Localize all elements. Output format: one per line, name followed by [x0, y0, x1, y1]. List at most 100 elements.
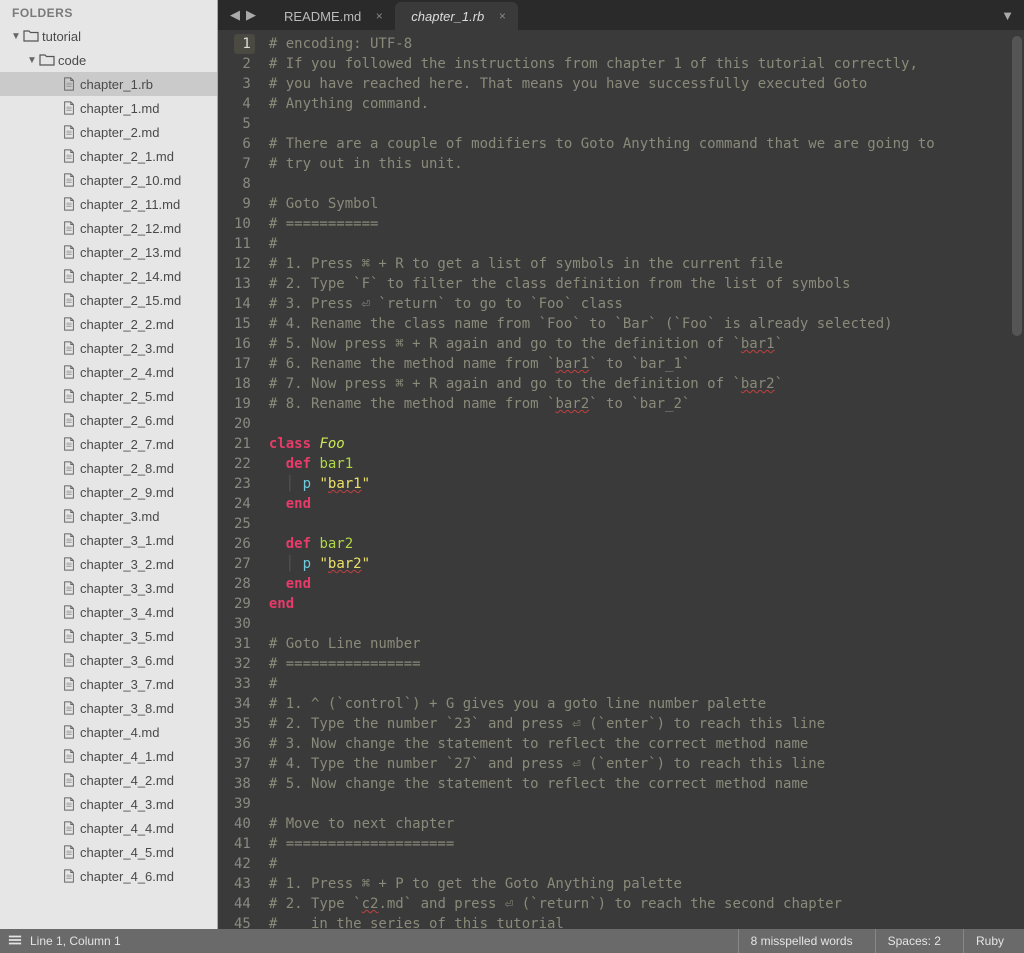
- code-line[interactable]: # in the series of this tutorial: [269, 914, 1010, 929]
- indentation-status[interactable]: Spaces: 2: [875, 929, 953, 953]
- line-number[interactable]: 39: [234, 794, 251, 814]
- nav-back-icon[interactable]: ◀: [230, 7, 240, 23]
- line-number[interactable]: 35: [234, 714, 251, 734]
- line-number[interactable]: 38: [234, 774, 251, 794]
- line-number[interactable]: 11: [234, 234, 251, 254]
- line-number[interactable]: 17: [234, 354, 251, 374]
- line-number[interactable]: 14: [234, 294, 251, 314]
- code-line[interactable]: # you have reached here. That means you …: [269, 74, 1010, 94]
- file-item[interactable]: chapter_4_5.md: [0, 840, 217, 864]
- line-number[interactable]: 19: [234, 394, 251, 414]
- code-line[interactable]: # Goto Symbol: [269, 194, 1010, 214]
- code-line[interactable]: end: [269, 574, 1010, 594]
- file-item[interactable]: chapter_1.rb: [0, 72, 217, 96]
- line-number[interactable]: 3: [234, 74, 251, 94]
- code-line[interactable]: #: [269, 854, 1010, 874]
- sidebar[interactable]: FOLDERS ▼tutorial▼codechapter_1.rbchapte…: [0, 0, 218, 929]
- tab[interactable]: README.md×: [268, 2, 395, 30]
- file-item[interactable]: chapter_3_5.md: [0, 624, 217, 648]
- file-item[interactable]: chapter_2_9.md: [0, 480, 217, 504]
- code-line[interactable]: # encoding: UTF-8: [269, 34, 1010, 54]
- file-item[interactable]: chapter_2_11.md: [0, 192, 217, 216]
- code-line[interactable]: # 2. Type `F` to filter the class defini…: [269, 274, 1010, 294]
- line-number[interactable]: 41: [234, 834, 251, 854]
- line-number[interactable]: 40: [234, 814, 251, 834]
- code-line[interactable]: # 5. Now press ⌘ + R again and go to the…: [269, 334, 1010, 354]
- file-item[interactable]: chapter_2_10.md: [0, 168, 217, 192]
- code-line[interactable]: [269, 414, 1010, 434]
- code-line[interactable]: class Foo: [269, 434, 1010, 454]
- line-number[interactable]: 5: [234, 114, 251, 134]
- line-number[interactable]: 13: [234, 274, 251, 294]
- line-number[interactable]: 18: [234, 374, 251, 394]
- file-item[interactable]: chapter_2_3.md: [0, 336, 217, 360]
- line-number[interactable]: 27: [234, 554, 251, 574]
- line-number[interactable]: 6: [234, 134, 251, 154]
- line-number[interactable]: 20: [234, 414, 251, 434]
- code-line[interactable]: [269, 114, 1010, 134]
- scrollbar-thumb[interactable]: [1012, 36, 1022, 336]
- close-icon[interactable]: ×: [373, 10, 385, 22]
- line-number[interactable]: 45: [234, 914, 251, 929]
- line-number[interactable]: 10: [234, 214, 251, 234]
- file-item[interactable]: chapter_4.md: [0, 720, 217, 744]
- line-number[interactable]: 23: [234, 474, 251, 494]
- line-number[interactable]: 32: [234, 654, 251, 674]
- line-number[interactable]: 30: [234, 614, 251, 634]
- code-line[interactable]: # 3. Press ⏎ `return` to go to `Foo` cla…: [269, 294, 1010, 314]
- code-line[interactable]: end: [269, 594, 1010, 614]
- tabs-menu-icon[interactable]: ▼: [1001, 8, 1014, 23]
- file-item[interactable]: chapter_2_8.md: [0, 456, 217, 480]
- code-line[interactable]: │ p "bar1": [269, 474, 1010, 494]
- line-number[interactable]: 16: [234, 334, 251, 354]
- file-item[interactable]: chapter_2_7.md: [0, 432, 217, 456]
- code-line[interactable]: # try out in this unit.: [269, 154, 1010, 174]
- code-line[interactable]: # 4. Rename the class name from `Foo` to…: [269, 314, 1010, 334]
- file-item[interactable]: chapter_3_6.md: [0, 648, 217, 672]
- file-item[interactable]: chapter_2_15.md: [0, 288, 217, 312]
- line-number[interactable]: 9: [234, 194, 251, 214]
- line-number[interactable]: 26: [234, 534, 251, 554]
- line-number[interactable]: 8: [234, 174, 251, 194]
- code-line[interactable]: # ====================: [269, 834, 1010, 854]
- disclosure-triangle-icon[interactable]: ▼: [26, 55, 38, 66]
- file-item[interactable]: chapter_2_2.md: [0, 312, 217, 336]
- line-number[interactable]: 28: [234, 574, 251, 594]
- code-line[interactable]: # 4. Type the number `27` and press ⏎ (`…: [269, 754, 1010, 774]
- code-line[interactable]: #: [269, 234, 1010, 254]
- file-item[interactable]: chapter_4_1.md: [0, 744, 217, 768]
- file-item[interactable]: chapter_1.md: [0, 96, 217, 120]
- code-line[interactable]: def bar2: [269, 534, 1010, 554]
- line-number[interactable]: 2: [234, 54, 251, 74]
- code-line[interactable]: # 8. Rename the method name from `bar2` …: [269, 394, 1010, 414]
- line-number[interactable]: 21: [234, 434, 251, 454]
- file-item[interactable]: chapter_2_5.md: [0, 384, 217, 408]
- file-item[interactable]: chapter_4_6.md: [0, 864, 217, 888]
- line-number[interactable]: 24: [234, 494, 251, 514]
- code-line[interactable]: # If you followed the instructions from …: [269, 54, 1010, 74]
- code-line[interactable]: [269, 614, 1010, 634]
- file-item[interactable]: chapter_2_1.md: [0, 144, 217, 168]
- close-icon[interactable]: ×: [496, 10, 508, 22]
- file-item[interactable]: chapter_3_2.md: [0, 552, 217, 576]
- code-line[interactable]: # 2. Type `c2.md` and press ⏎ (`return`)…: [269, 894, 1010, 914]
- line-number[interactable]: 42: [234, 854, 251, 874]
- code-line[interactable]: # Move to next chapter: [269, 814, 1010, 834]
- code-line[interactable]: end: [269, 494, 1010, 514]
- file-item[interactable]: chapter_4_2.md: [0, 768, 217, 792]
- code-line[interactable]: # 1. Press ⌘ + P to get the Goto Anythin…: [269, 874, 1010, 894]
- disclosure-triangle-icon[interactable]: ▼: [10, 31, 22, 42]
- line-number[interactable]: 43: [234, 874, 251, 894]
- language-status[interactable]: Ruby: [963, 929, 1016, 953]
- line-number[interactable]: 36: [234, 734, 251, 754]
- file-item[interactable]: chapter_3_3.md: [0, 576, 217, 600]
- file-item[interactable]: chapter_2_14.md: [0, 264, 217, 288]
- file-item[interactable]: chapter_4_4.md: [0, 816, 217, 840]
- line-number[interactable]: 15: [234, 314, 251, 334]
- file-item[interactable]: chapter_3_4.md: [0, 600, 217, 624]
- line-number[interactable]: 29: [234, 594, 251, 614]
- line-number[interactable]: 31: [234, 634, 251, 654]
- cursor-position[interactable]: Line 1, Column 1: [30, 934, 121, 948]
- line-number[interactable]: 34: [234, 694, 251, 714]
- tab[interactable]: chapter_1.rb×: [395, 2, 518, 30]
